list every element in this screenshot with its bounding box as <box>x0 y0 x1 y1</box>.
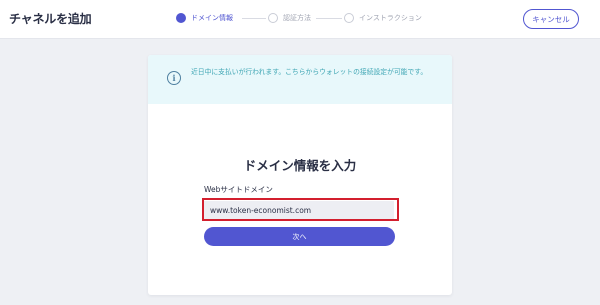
step-inactive-dot <box>268 13 278 23</box>
cancel-button[interactable]: キャンセル <box>523 9 579 29</box>
step-connector <box>316 18 342 19</box>
step-label-domain-info: ドメイン情報 <box>191 14 233 22</box>
next-button[interactable]: 次へ <box>204 227 395 246</box>
step-inactive-dot <box>344 13 354 23</box>
notice-text: 近日中に支払いが行われます。こちらからウォレットの接続設定が可能です。 <box>191 68 428 76</box>
info-icon: i <box>167 71 181 85</box>
domain-form-card: i 近日中に支払いが行われます。こちらからウォレットの接続設定が可能です。 ドメ… <box>148 55 452 295</box>
website-domain-label: Webサイトドメイン <box>204 185 273 194</box>
website-domain-input[interactable] <box>204 201 394 220</box>
step-auth-method: 認証方法 <box>268 12 328 26</box>
top-bar: チャネルを追加 ドメイン情報 認証方法 インストラクション キャンセル <box>0 0 600 39</box>
step-instructions: インストラクション <box>344 12 434 26</box>
step-connector <box>242 18 266 19</box>
form-heading: ドメイン情報を入力 <box>243 158 357 173</box>
step-active-dot <box>176 13 186 23</box>
step-label-instructions: インストラクション <box>359 14 422 22</box>
step-label-auth-method: 認証方法 <box>283 14 311 22</box>
step-domain-info: ドメイン情報 <box>176 12 248 26</box>
payment-notice: i 近日中に支払いが行われます。こちらからウォレットの接続設定が可能です。 <box>148 55 452 104</box>
page-title: チャネルを追加 <box>9 12 92 26</box>
